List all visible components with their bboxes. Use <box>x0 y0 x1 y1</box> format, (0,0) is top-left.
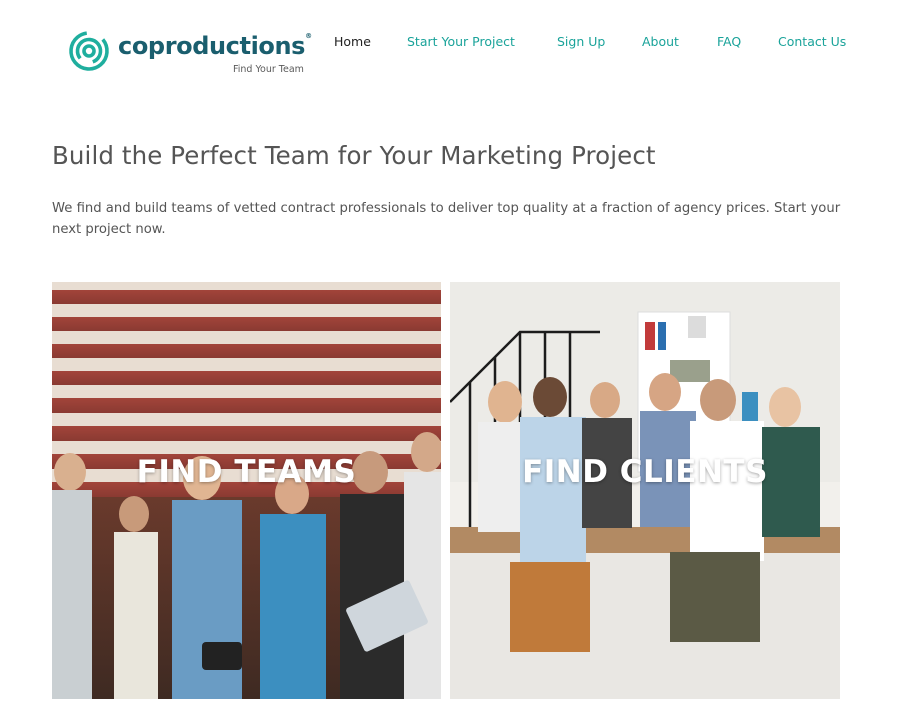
registered-mark: ® <box>305 32 312 40</box>
concentric-rings-logo-icon <box>69 31 109 71</box>
page-title: Build the Perfect Team for Your Marketin… <box>52 141 656 170</box>
nav-about[interactable]: About <box>642 34 679 49</box>
intro-paragraph: We find and build teams of vetted contra… <box>52 201 841 237</box>
find-clients-label: FIND CLIENTS <box>522 454 768 490</box>
nav-home[interactable]: Home <box>334 34 371 49</box>
brand-name: coproductions® <box>118 32 312 60</box>
find-teams-card[interactable]: FIND TEAMS <box>52 282 441 699</box>
nav-contact-us[interactable]: Contact Us <box>778 34 846 49</box>
brand-tagline: Find Your Team <box>233 64 304 75</box>
brand-logo[interactable]: coproductions® Find Your Team <box>68 30 318 78</box>
nav-faq[interactable]: FAQ <box>717 34 741 49</box>
find-teams-label: FIND TEAMS <box>136 454 357 490</box>
team-meeting-at-table-photo <box>450 282 840 699</box>
find-clients-card[interactable]: FIND CLIENTS <box>450 282 840 699</box>
site-header: coproductions® Find Your Team Home Start… <box>0 0 902 90</box>
nav-sign-up[interactable]: Sign Up <box>557 34 605 49</box>
nav-start-your-project[interactable]: Start Your Project <box>407 34 515 49</box>
group-of-young-professionals-photo <box>52 282 441 699</box>
